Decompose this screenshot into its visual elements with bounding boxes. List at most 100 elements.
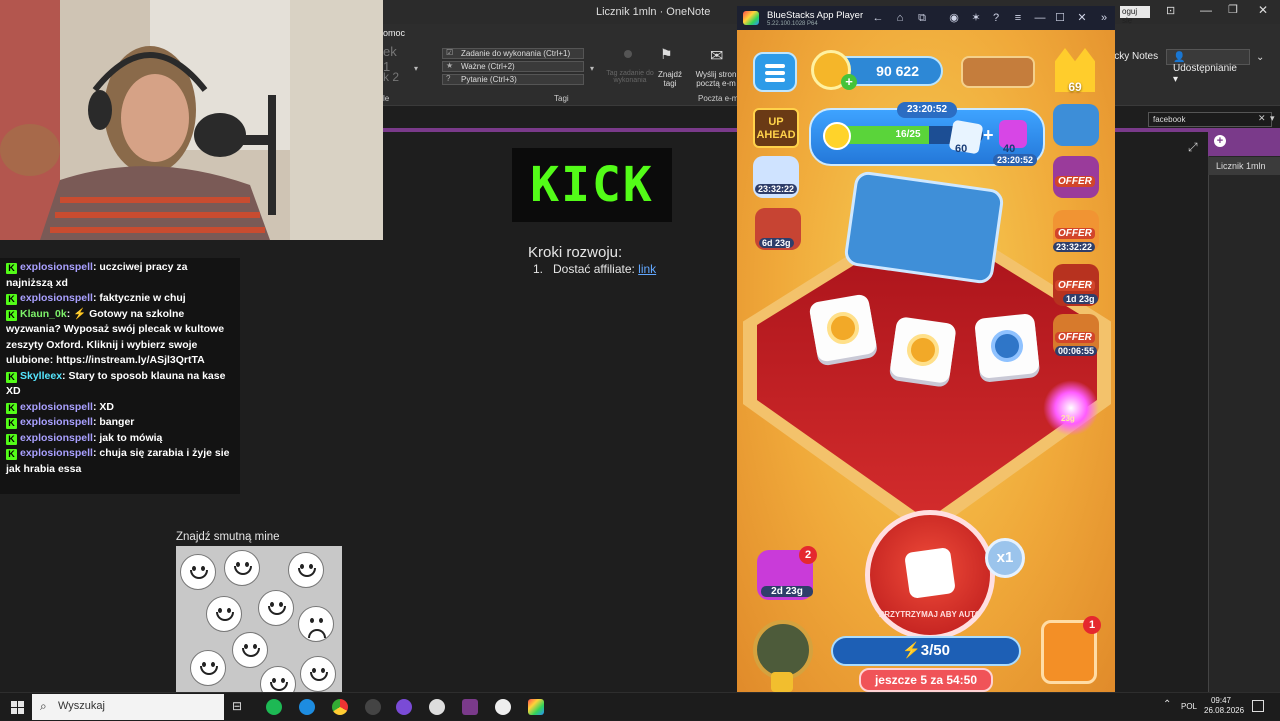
clock[interactable]: 09:47 26.08.2026 xyxy=(1204,696,1244,716)
home-icon[interactable]: ⌂ xyxy=(893,11,907,25)
expand-icon[interactable]: ⤢ xyxy=(1188,140,1198,155)
obs-icon[interactable] xyxy=(396,699,412,715)
smiley-face[interactable] xyxy=(300,656,336,692)
restore-icon[interactable]: ❐ xyxy=(1228,3,1238,16)
chrome-icon[interactable] xyxy=(332,699,348,715)
ribbon-collapse-icon[interactable]: ⌄ xyxy=(1256,52,1264,63)
close-icon[interactable]: ✕ xyxy=(1258,3,1268,17)
locked-chest-icon[interactable] xyxy=(753,620,813,680)
search-dropdown-icon[interactable]: ▾ xyxy=(1270,113,1275,124)
up-ahead-button[interactable]: UP AHEAD xyxy=(753,108,799,148)
bluestacks-version: 5.22.100.1028 P64 xyxy=(767,21,818,27)
smiley-face[interactable] xyxy=(258,590,294,626)
help-icon[interactable]: ? xyxy=(989,11,1003,25)
tag-important[interactable]: Ważne (Ctrl+2) xyxy=(442,61,584,72)
chat-username[interactable]: explosionspell xyxy=(20,401,93,413)
chat-message: Kexplosionspell: uczciwej pracy za najni… xyxy=(6,261,188,289)
search-icon: ⌕ xyxy=(40,699,47,713)
find-tags-button[interactable]: Znajdź tagi xyxy=(654,70,686,88)
page-item[interactable]: Licznik 1mln xyxy=(1208,157,1280,175)
smiley-face[interactable] xyxy=(260,666,296,692)
chat-username[interactable]: Skylleex xyxy=(20,370,62,382)
add-page-bar[interactable]: + xyxy=(1208,132,1280,156)
smiley-face[interactable] xyxy=(232,632,268,668)
ribbon-display-icon[interactable]: ⊡ xyxy=(1166,4,1175,17)
chat-username[interactable]: explosionspell xyxy=(20,447,93,459)
styles-more-icon[interactable]: ▾ xyxy=(414,64,418,73)
smiley-face[interactable] xyxy=(224,550,260,586)
notification-icon[interactable] xyxy=(1252,700,1264,712)
add-page-icon[interactable]: + xyxy=(1214,135,1226,147)
multiplier-button[interactable]: x1 xyxy=(985,538,1025,578)
style-heading-2[interactable]: k 2 xyxy=(383,70,407,86)
back-icon[interactable]: ← xyxy=(871,11,885,25)
crown-level: 69 xyxy=(1068,80,1082,94)
taskbar: Wyszukaj ⌕ ⊟ ⌃ POL 09:47 26.08.2026 xyxy=(0,692,1280,720)
maximize-icon[interactable]: ☐ xyxy=(1053,11,1067,25)
close-icon[interactable]: ✕ xyxy=(1075,11,1089,25)
minimize-icon[interactable]: — xyxy=(1200,3,1212,17)
affiliate-link[interactable]: link xyxy=(638,262,656,276)
chat-panel: Kexplosionspell: uczciwej pracy za najni… xyxy=(0,258,240,494)
app-icon[interactable] xyxy=(495,699,511,715)
sticky-notes-button[interactable]: icky Notes xyxy=(1112,49,1162,65)
bluestacks-titlebar: BlueStacks App Player 5.22.100.1028 P64 … xyxy=(737,6,1115,30)
tags-more-icon[interactable]: ▾ xyxy=(590,64,594,73)
chat-username[interactable]: explosionspell xyxy=(20,292,93,304)
language-indicator[interactable]: POL xyxy=(1181,702,1197,711)
app-icon[interactable] xyxy=(365,699,381,715)
windows-start-button[interactable] xyxy=(0,693,32,721)
account-icon[interactable]: ◉ xyxy=(947,11,961,25)
chat-message: K Klaun_0k: ⚡ Gotowy na szkolne wyzwania?… xyxy=(6,307,225,366)
bluestacks-logo-icon xyxy=(743,11,759,25)
sparkle-icon[interactable]: ✶ xyxy=(969,11,983,25)
game-screen[interactable]: 90 622 + 69 UP AHEAD 23:20:52 16/25 60 +… xyxy=(737,30,1115,700)
kick-badge-icon: K xyxy=(6,294,17,305)
send-email-button[interactable]: Wyślij stron pocztą e-m xyxy=(694,70,738,88)
add-coins-icon[interactable]: + xyxy=(841,74,857,90)
smiley-face[interactable] xyxy=(190,650,226,686)
smiley-face[interactable] xyxy=(288,552,324,588)
window-title: Licznik 1mln · OneNote xyxy=(596,6,711,18)
menu-help-tab[interactable]: omoc xyxy=(383,28,405,38)
login-button[interactable]: oguj się xyxy=(1120,6,1150,25)
offer-timer: 1d 23g xyxy=(1063,294,1098,304)
kick-badge-icon: K xyxy=(6,449,17,460)
style-heading-1[interactable]: ek 1 xyxy=(383,44,407,74)
clock-time: 09:47 xyxy=(1210,696,1232,705)
tag-task-button[interactable]: Tag zadanie do wykonania xyxy=(604,70,656,84)
clock-app-icon[interactable] xyxy=(429,699,445,715)
task-view-icon[interactable]: ⊟ xyxy=(232,699,248,715)
search-input[interactable]: facebook xyxy=(1148,112,1272,127)
chat-username[interactable]: Klaun_0k xyxy=(20,308,67,320)
dice-reward-amount: 60 xyxy=(955,143,968,155)
chat-username[interactable]: explosionspell xyxy=(20,261,93,273)
sad-face[interactable] xyxy=(298,606,334,642)
edge-icon[interactable] xyxy=(299,699,315,715)
taskbar-search-input[interactable]: Wyszukaj xyxy=(32,694,224,720)
clear-search-icon[interactable]: ✕ xyxy=(1258,113,1266,124)
onenote-icon[interactable] xyxy=(462,699,478,715)
spotify-icon[interactable] xyxy=(266,699,282,715)
dice xyxy=(808,293,878,363)
shop-icon[interactable] xyxy=(1053,104,1099,146)
bluestacks-icon[interactable] xyxy=(528,699,544,715)
puzzle-timer: 2d 23g xyxy=(761,586,813,597)
minimize-icon[interactable]: — xyxy=(1033,11,1047,25)
chat-username[interactable]: explosionspell xyxy=(20,416,93,428)
chat-username[interactable]: explosionspell xyxy=(20,432,93,444)
tray-expand-icon[interactable]: ⌃ xyxy=(1163,699,1171,710)
tag-question[interactable]: Pytanie (Ctrl+3) xyxy=(442,74,584,85)
tickets-icon[interactable] xyxy=(961,56,1035,88)
smiley-face[interactable] xyxy=(180,554,216,590)
group-style-label: le xyxy=(383,94,390,103)
calendar-event-timer: 6d 23g xyxy=(759,238,794,248)
multi-instance-icon[interactable]: ⧉ xyxy=(915,11,929,25)
game-menu-button[interactable] xyxy=(753,52,797,92)
tag-todo[interactable]: Zadanie do wykonania (Ctrl+1) xyxy=(442,48,584,59)
menu-icon[interactable]: ≡ xyxy=(1011,11,1025,25)
list-item-text: Dostać affiliate: xyxy=(553,262,639,276)
collapse-sidebar-icon[interactable]: » xyxy=(1097,11,1111,25)
share-button[interactable]: 👤 Udostępnianie ▾ xyxy=(1166,49,1250,85)
smiley-face[interactable] xyxy=(206,596,242,632)
